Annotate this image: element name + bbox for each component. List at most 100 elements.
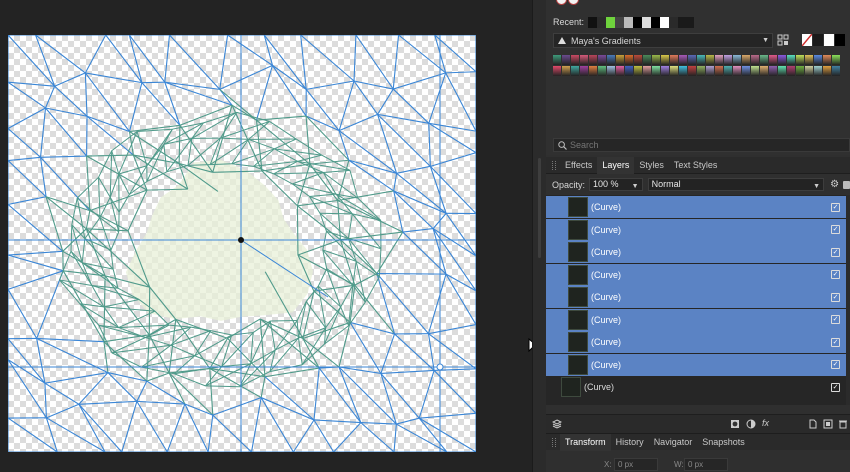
- tab-effects[interactable]: Effects: [560, 157, 597, 174]
- recent-color-swatch[interactable]: [588, 16, 598, 28]
- layer-visibility-checkbox[interactable]: ✓: [831, 225, 840, 234]
- tab-styles[interactable]: Styles: [634, 157, 669, 174]
- gradient-swatch[interactable]: [670, 55, 678, 65]
- tab-snapshots[interactable]: Snapshots: [697, 434, 750, 451]
- tab-transform[interactable]: Transform: [560, 433, 611, 451]
- layer-visibility-checkbox[interactable]: ✓: [831, 337, 840, 347]
- fill-stroke-swatches[interactable]: [802, 34, 846, 46]
- gear-icon[interactable]: ⚙: [830, 179, 839, 190]
- gradient-swatch[interactable]: [796, 66, 804, 76]
- layer-thumbnail[interactable]: [561, 377, 581, 397]
- mask-layer-icon[interactable]: [730, 419, 740, 429]
- gradient-swatch[interactable]: [724, 55, 732, 65]
- recent-color-swatch[interactable]: [669, 16, 679, 28]
- gradient-swatch[interactable]: [652, 66, 660, 76]
- gradient-swatch[interactable]: [688, 55, 696, 65]
- panel-grip-icon[interactable]: [552, 437, 556, 447]
- gradient-swatch[interactable]: [634, 55, 642, 65]
- layer-visibility-checkbox[interactable]: ✓: [831, 360, 840, 369]
- gradient-swatch[interactable]: [814, 55, 822, 65]
- tab-navigator[interactable]: Navigator: [649, 434, 698, 451]
- gradient-swatch[interactable]: [742, 55, 750, 65]
- layer-name[interactable]: (Curve): [584, 382, 831, 392]
- gradient-swatch[interactable]: [643, 66, 651, 76]
- panel-grip-icon[interactable]: [552, 160, 556, 170]
- layer-name[interactable]: (Curve): [591, 247, 831, 257]
- gradient-swatch[interactable]: [607, 55, 615, 65]
- corner-handle[interactable]: [436, 363, 444, 371]
- gradient-swatch[interactable]: [823, 55, 831, 65]
- gradient-swatch[interactable]: [724, 66, 732, 76]
- gradient-swatch[interactable]: [571, 55, 579, 65]
- trash-icon[interactable]: [838, 419, 848, 429]
- gradient-swatch[interactable]: [616, 66, 624, 76]
- palette-grid-icon[interactable]: [777, 34, 789, 46]
- gradient-swatch[interactable]: [679, 66, 687, 76]
- gradient-swatch[interactable]: [751, 66, 759, 76]
- gradient-swatch[interactable]: [769, 66, 777, 76]
- gradient-swatch[interactable]: [580, 55, 588, 65]
- gradient-swatch[interactable]: [697, 66, 705, 76]
- swatch-search[interactable]: [553, 138, 850, 152]
- layer-visibility-checkbox[interactable]: ✓: [831, 270, 840, 279]
- layer-name[interactable]: (Curve): [591, 292, 831, 302]
- gradient-swatch[interactable]: [634, 66, 642, 76]
- layer-visibility-checkbox[interactable]: ✓: [831, 382, 840, 392]
- gradient-swatch[interactable]: [760, 66, 768, 76]
- gradient-swatch[interactable]: [796, 55, 804, 65]
- layer-thumbnail[interactable]: [568, 219, 588, 240]
- gradient-swatch[interactable]: [715, 55, 723, 65]
- layer-row[interactable]: (Curve) ✓: [546, 218, 846, 241]
- recent-color-swatch[interactable]: [642, 16, 652, 28]
- gradient-swatch[interactable]: [625, 66, 633, 76]
- recent-color-swatch[interactable]: [615, 16, 625, 28]
- gradient-swatch[interactable]: [562, 66, 570, 76]
- gradient-swatch[interactable]: [688, 66, 696, 76]
- gradient-swatch[interactable]: [670, 66, 678, 76]
- recent-color-swatch[interactable]: [633, 16, 643, 28]
- gradient-swatch[interactable]: [616, 55, 624, 65]
- tab-layers[interactable]: Layers: [597, 156, 635, 174]
- layers-stack-icon[interactable]: [552, 419, 562, 429]
- gradient-swatch[interactable]: [823, 66, 831, 76]
- gradient-swatch[interactable]: [706, 66, 714, 76]
- x-field[interactable]: 0 px: [614, 458, 658, 471]
- layer-thumbnail[interactable]: [568, 242, 588, 262]
- none-swatch-icon[interactable]: [556, 0, 567, 5]
- gradient-swatch[interactable]: [832, 66, 840, 76]
- gradient-swatch[interactable]: [589, 55, 597, 65]
- gradient-swatch[interactable]: [760, 55, 768, 65]
- gradient-swatch[interactable]: [598, 66, 606, 76]
- stroke-swatch[interactable]: [813, 34, 823, 46]
- search-input[interactable]: [570, 140, 810, 150]
- gradient-swatch[interactable]: [553, 66, 561, 76]
- gradient-swatch[interactable]: [652, 55, 660, 65]
- fill-swatch[interactable]: [824, 34, 834, 46]
- layer-thumbnail[interactable]: [568, 287, 588, 307]
- add-group-icon[interactable]: [823, 419, 833, 429]
- layer-visibility-checkbox[interactable]: ✓: [831, 315, 840, 324]
- layer-row[interactable]: (Curve) ✓: [546, 263, 846, 286]
- gradient-swatch[interactable]: [814, 66, 822, 76]
- no-fill-icon[interactable]: [802, 34, 812, 46]
- splitter-scroll-thumb[interactable]: [538, 158, 541, 258]
- gradient-swatch[interactable]: [571, 66, 579, 76]
- gradient-swatch[interactable]: [787, 55, 795, 65]
- lock-icon[interactable]: [843, 180, 850, 189]
- layers-scrollbar[interactable]: [846, 195, 850, 405]
- layer-thumbnail[interactable]: [568, 354, 588, 375]
- opacity-dropdown[interactable]: 100 % ▼: [589, 178, 643, 191]
- gradient-swatch[interactable]: [661, 55, 669, 65]
- layer-row[interactable]: (Curve) ✓: [546, 286, 846, 308]
- gradient-swatch[interactable]: [679, 55, 687, 65]
- recent-color-swatch[interactable]: [597, 16, 607, 28]
- gradient-swatch[interactable]: [697, 55, 705, 65]
- gradient-swatch[interactable]: [562, 55, 570, 65]
- gradient-swatch[interactable]: [706, 55, 714, 65]
- triangulated-mesh-artwork[interactable]: [8, 35, 476, 452]
- center-handle[interactable]: [238, 237, 244, 243]
- document-canvas[interactable]: [8, 35, 476, 452]
- panel-splitter[interactable]: [532, 0, 546, 472]
- layer-name[interactable]: (Curve): [591, 202, 831, 212]
- layer-name[interactable]: (Curve): [591, 270, 831, 280]
